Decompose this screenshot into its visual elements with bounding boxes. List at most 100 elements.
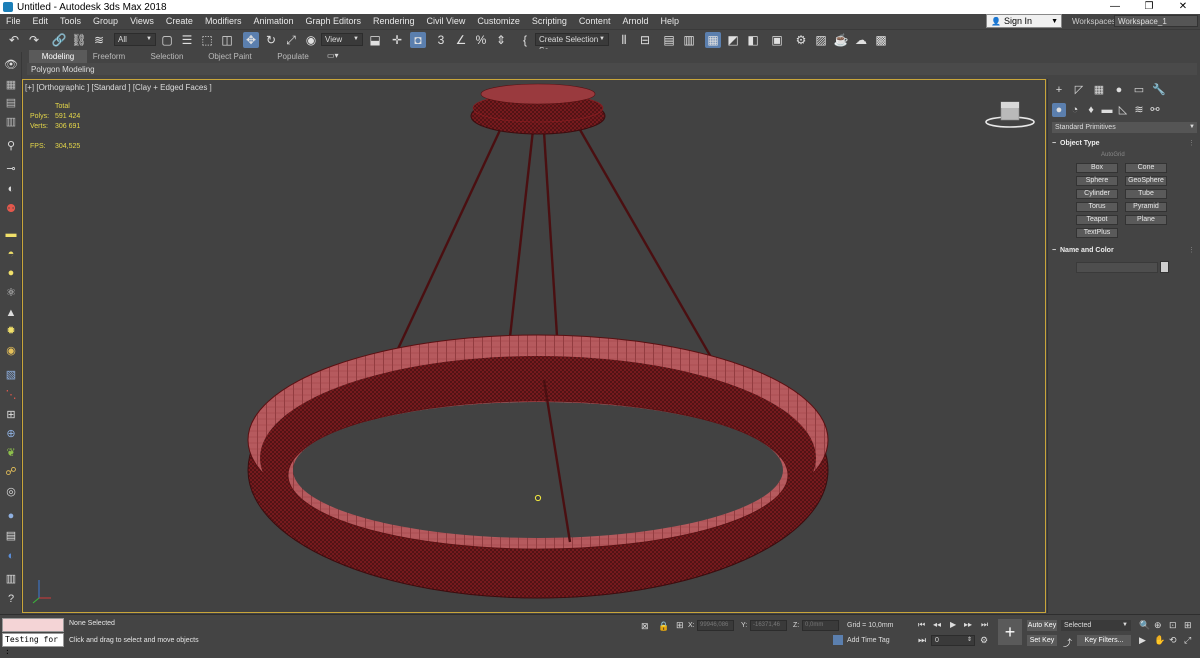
sphere-button[interactable]: Sphere <box>1076 176 1118 186</box>
select-object-icon[interactable]: ▢ <box>159 32 175 48</box>
menu-help[interactable]: Help <box>654 14 685 29</box>
zoom-all-icon[interactable]: ⊕ <box>1154 620 1162 631</box>
go-to-start-icon[interactable]: ⏮ <box>918 620 925 630</box>
display-helpers-icon[interactable]: ▬ <box>4 227 18 241</box>
helpers-icon[interactable]: ◺ <box>1116 103 1130 117</box>
menu-rendering[interactable]: Rendering <box>367 14 421 29</box>
menu-graph-editors[interactable]: Graph Editors <box>299 14 367 29</box>
tab-modeling[interactable]: Modeling <box>29 50 87 63</box>
bind-space-warp-icon[interactable]: ≋ <box>91 32 107 48</box>
autogrid-checkbox[interactable]: AutoGrid <box>1101 152 1125 158</box>
display-foliage-icon[interactable]: ❦ <box>4 446 18 460</box>
hierarchy-panel-icon[interactable]: ▦ <box>1092 83 1106 97</box>
geometry-icon[interactable]: ● <box>1052 103 1066 117</box>
key-mode-dropdown[interactable]: Selected ▼ <box>1061 620 1131 631</box>
primitive-category-dropdown[interactable]: Standard Primitives ▼ <box>1052 122 1197 133</box>
zoom-icon[interactable]: 🔍 <box>1139 620 1150 631</box>
display-cone-icon[interactable]: ▲ <box>4 306 18 320</box>
display-particles-icon[interactable]: ⚛ <box>4 286 18 300</box>
menu-group[interactable]: Group <box>87 14 124 29</box>
create-selection-icon[interactable]: 👁 <box>4 58 18 72</box>
minimize-button[interactable]: — <box>1098 0 1132 14</box>
keyboard-shortcut-override-icon[interactable]: ◘ <box>410 32 426 48</box>
tab-selection[interactable]: Selection <box>144 50 190 63</box>
maximize-viewport-icon[interactable]: ⤢ <box>1184 635 1191 646</box>
z-coordinate-field[interactable]: 0,0mm <box>802 620 839 631</box>
play-icon[interactable]: ▶ <box>950 620 956 629</box>
zoom-extents-icon[interactable]: ⊡ <box>1169 620 1177 631</box>
schematic-view-icon[interactable]: ◧ <box>745 32 761 48</box>
viewport-canvas[interactable] <box>23 80 1045 612</box>
tube-button[interactable]: Tube <box>1125 189 1167 199</box>
align-icon[interactable]: ⊟ <box>637 32 653 48</box>
shapes-icon[interactable]: ◔ <box>1068 103 1082 117</box>
render-in-cloud-icon[interactable]: ☁ <box>853 32 869 48</box>
tab-populate[interactable]: Populate <box>272 50 314 63</box>
display-filter-icon[interactable]: ▥ <box>4 115 18 129</box>
named-selection-sets-dropdown[interactable]: Create Selection Se▼ <box>535 33 609 55</box>
menu-civil-view[interactable]: Civil View <box>421 14 472 29</box>
absolute-mode-icon[interactable]: ⊞ <box>676 620 684 631</box>
unlink-icon[interactable]: ⛓ <box>71 32 87 48</box>
menu-edit[interactable]: Edit <box>27 14 55 29</box>
display-panel-icon[interactable]: ▭ <box>1132 83 1146 97</box>
systems-icon[interactable]: ⚯ <box>1148 103 1162 117</box>
zoom-extents-all-icon[interactable]: ⊞ <box>1184 620 1192 631</box>
object-type-rollout[interactable]: − Object Type ⋮ <box>1052 138 1197 150</box>
add-time-tag-button[interactable]: Add Time Tag <box>833 635 890 645</box>
display-geometry-icon[interactable]: ⚲ <box>4 139 18 153</box>
display-biped-icon[interactable]: ☍ <box>4 465 18 479</box>
torus-button[interactable]: Torus <box>1076 202 1118 212</box>
display-list-icon[interactable]: ▥ <box>4 572 18 586</box>
key-filters-button[interactable]: Key Filters... <box>1077 635 1131 646</box>
maxscript-mini-listener[interactable]: Testing for : <box>2 633 64 656</box>
redo-icon[interactable]: ↷ <box>26 32 42 48</box>
environment-exposure-icon[interactable]: ▩ <box>873 32 889 48</box>
spinner-icon[interactable]: ⇕ <box>967 636 972 645</box>
menu-tools[interactable]: Tools <box>54 14 87 29</box>
ribbon-minimize-icon[interactable]: ▭▾ <box>327 51 339 60</box>
viewport-orthographic[interactable]: [+] [Orthographic ] [Standard ] [Clay + … <box>22 79 1046 613</box>
pivot-center-icon[interactable]: ⬓ <box>367 32 383 48</box>
select-by-name-icon[interactable]: ☰ <box>179 32 195 48</box>
select-and-move-icon[interactable]: ✥ <box>243 32 259 48</box>
material-editor-icon[interactable]: ▣ <box>769 32 785 48</box>
y-coordinate-field[interactable]: -16371,46 <box>750 620 787 631</box>
geosphere-button[interactable]: GeoSphere <box>1125 176 1167 186</box>
undo-icon[interactable]: ↶ <box>6 32 22 48</box>
polygon-modeling-panel[interactable]: Polygon Modeling <box>27 65 95 74</box>
time-configuration-icon[interactable]: ⚙ <box>980 635 988 646</box>
render-setup-icon[interactable]: ⚙ <box>793 32 809 48</box>
display-fx-icon[interactable]: ◎ <box>4 485 18 499</box>
display-dots-icon[interactable]: ⋱ <box>4 388 18 402</box>
selection-filter-dropdown[interactable]: All ▼ <box>114 33 156 46</box>
display-lights-icon[interactable]: ◐ <box>4 182 18 196</box>
display-bones-icon[interactable]: ● <box>4 266 18 280</box>
display-sphere-icon[interactable]: ● <box>4 509 18 523</box>
utilities-panel-icon[interactable]: 🔧 <box>1152 83 1166 97</box>
menu-customize[interactable]: Customize <box>471 14 526 29</box>
space-warps-icon[interactable]: ≋ <box>1132 103 1146 117</box>
mirror-icon[interactable]: ⫴ <box>616 32 632 48</box>
render-production-icon[interactable]: ☕ <box>833 32 849 48</box>
rendered-frame-window-icon[interactable]: ▨ <box>813 32 829 48</box>
pan-icon[interactable]: ✋ <box>1154 635 1165 646</box>
menu-modifiers[interactable]: Modifiers <box>199 14 248 29</box>
link-icon[interactable]: 🔗 <box>51 32 67 48</box>
x-coordinate-field[interactable]: 99946,086 <box>697 620 734 631</box>
display-cameras-icon[interactable]: ⚉ <box>4 202 18 216</box>
menu-content[interactable]: Content <box>573 14 617 29</box>
tab-freeform[interactable]: Freeform <box>88 50 130 63</box>
select-and-rotate-icon[interactable]: ↻ <box>263 32 279 48</box>
edit-named-selection-icon[interactable]: { <box>517 32 533 48</box>
display-view-icon[interactable]: ▤ <box>4 529 18 543</box>
default-tangents-icon[interactable]: ⤴ <box>1063 636 1072 649</box>
tab-object-paint[interactable]: Object Paint <box>203 50 257 63</box>
display-grid-icon[interactable]: ▧ <box>4 368 18 382</box>
plane-button[interactable]: Plane <box>1125 215 1167 225</box>
current-frame-field[interactable]: 0 ⇕ <box>931 635 975 646</box>
ribbon-toggle-icon[interactable]: ▦ <box>705 32 721 48</box>
previous-frame-icon[interactable]: ◂◂ <box>933 620 941 629</box>
spinner-snap-icon[interactable]: ⇕ <box>493 32 509 48</box>
pyramid-button[interactable]: Pyramid <box>1125 202 1167 212</box>
